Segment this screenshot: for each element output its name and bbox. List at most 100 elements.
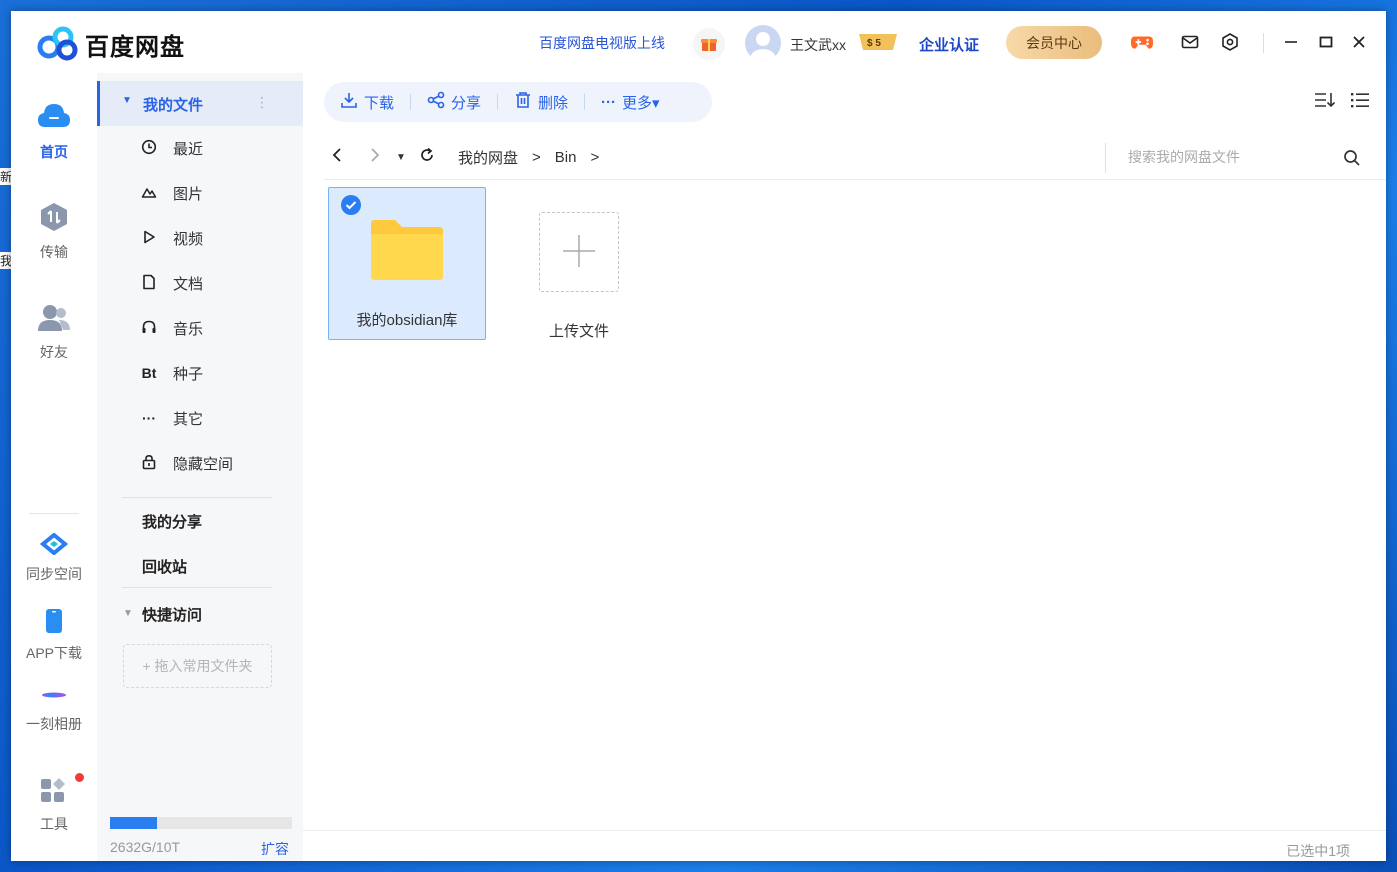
download-icon	[340, 91, 358, 113]
download-label: 下载	[364, 94, 395, 112]
nav-label: 同步空间	[26, 566, 82, 582]
sidebar-item-documents[interactable]: 文档	[141, 271, 203, 295]
username[interactable]: 王文武xx	[790, 35, 846, 55]
settings-icon[interactable]	[1218, 30, 1242, 54]
download-button[interactable]: 下载	[324, 82, 410, 122]
app-window: 百度网盘 百度网盘电视版上线 王文武xx $ 5 企业认证 会员中心 首页 传输…	[11, 11, 1386, 861]
nav-friends[interactable]: 好友	[11, 303, 97, 362]
sidebar-item-label: 其它	[173, 410, 204, 428]
delete-button[interactable]: 删除	[498, 82, 584, 122]
storage-quota-fill	[110, 817, 158, 829]
maximize-icon[interactable]	[1314, 30, 1338, 54]
nav-tools[interactable]: 工具	[11, 777, 97, 834]
sidebar-item-hidden-space[interactable]: 隐藏空间	[141, 451, 233, 475]
search-icon[interactable]	[1343, 149, 1361, 170]
sidebar-item-recent[interactable]: 最近	[141, 136, 203, 160]
vip-level-badge[interactable]: $ 5	[857, 33, 899, 51]
member-center-button[interactable]: 会员中心	[1006, 26, 1102, 59]
sort-icon[interactable]	[1314, 91, 1336, 112]
expand-storage-link[interactable]: 扩容	[261, 839, 289, 859]
quick-access-drop-zone[interactable]: + 拖入常用文件夹	[123, 644, 272, 688]
more-vertical-icon[interactable]: ⋮	[255, 94, 269, 111]
nav-label: 工具	[40, 816, 68, 832]
file-toolbar: 下载 分享 删除 ··· 更多▾	[324, 82, 712, 122]
avatar[interactable]	[745, 25, 781, 61]
nav-label: APP下载	[25, 645, 82, 661]
trash-icon	[514, 91, 532, 113]
notification-dot	[75, 773, 84, 782]
plus-icon	[561, 233, 597, 272]
upload-file-label: 上传文件	[548, 323, 609, 340]
tv-version-link[interactable]: 百度网盘电视版上线	[539, 33, 665, 53]
breadcrumb-bin[interactable]: Bin	[555, 149, 577, 166]
share-label: 分享	[451, 94, 482, 112]
lock-icon	[141, 454, 157, 473]
breadcrumb-separator: >	[532, 149, 541, 166]
titlebar: 百度网盘 百度网盘电视版上线 王文武xx $ 5 企业认证 会员中心	[11, 11, 1386, 73]
refresh-icon[interactable]	[414, 147, 440, 168]
nav-home[interactable]: 首页	[11, 99, 97, 162]
sidebar-item-torrents[interactable]: Bt 种子	[141, 361, 203, 385]
sidebar-item-label: 文档	[173, 275, 204, 293]
friends-icon	[11, 303, 97, 336]
storage-quota-text: 2632G/10T	[110, 839, 181, 855]
checkmark-icon[interactable]	[341, 195, 361, 215]
sidebar-item-videos[interactable]: 视频	[141, 226, 203, 250]
nav-label: 好友	[40, 344, 68, 360]
caret-down-icon[interactable]: ▼	[123, 608, 133, 619]
tools-grid-icon	[11, 777, 97, 808]
breadcrumb-root[interactable]: 我的网盘	[458, 147, 518, 168]
forward-arrow-icon[interactable]	[362, 148, 388, 167]
folder-icon	[369, 218, 445, 285]
close-icon[interactable]	[1347, 30, 1371, 54]
gift-icon[interactable]	[693, 28, 725, 60]
nav-transfer[interactable]: 传输	[11, 201, 97, 262]
minimize-icon[interactable]	[1279, 30, 1303, 54]
app-logo[interactable]: 百度网盘	[35, 25, 185, 64]
share-button[interactable]: 分享	[411, 82, 497, 122]
history-dropdown-icon[interactable]: ▼	[388, 152, 414, 163]
status-bar: 已选中1项	[303, 830, 1386, 861]
more-button[interactable]: ··· 更多▾	[585, 82, 676, 122]
baidu-cloud-logo-icon	[35, 25, 79, 64]
image-icon	[141, 184, 157, 203]
share-icon	[427, 91, 445, 113]
more-label: 更多▾	[622, 94, 660, 112]
desktop-edge-text: 我	[0, 252, 13, 269]
path-bar: ▼ 我的网盘 > Bin >	[324, 147, 599, 168]
clock-icon	[141, 139, 157, 158]
caret-down-icon[interactable]: ▼	[122, 95, 132, 106]
sidebar-item-label: 种子	[173, 365, 204, 383]
sidebar-item-label: 视频	[173, 230, 204, 248]
sidebar-item-others[interactable]: ··· 其它	[141, 406, 203, 430]
sidebar-item-recycle-bin[interactable]: 回收站	[142, 556, 187, 577]
search-input[interactable]	[1128, 149, 1328, 165]
nav-sync-space[interactable]: 同步空间	[11, 532, 97, 584]
svg-text:$ 5: $ 5	[867, 38, 881, 49]
upload-file-button[interactable]	[539, 212, 619, 292]
sidebar-item-images[interactable]: 图片	[141, 181, 203, 205]
sidebar-item-my-files[interactable]: ▼ 我的文件 ⋮	[97, 81, 303, 126]
album-icon	[11, 685, 97, 708]
sidebar-item-music[interactable]: 音乐	[141, 316, 203, 340]
nav-label: 一刻相册	[26, 716, 82, 732]
sidebar-item-quick-access[interactable]: 快捷访问	[142, 604, 202, 625]
nav-yike-album[interactable]: 一刻相册	[11, 685, 97, 734]
gamepad-icon[interactable]	[1130, 30, 1154, 54]
file-name: 我的obsidian库	[356, 312, 458, 329]
left-nav: 首页 传输 好友 同步空间 APP下载 一刻相册 工具	[11, 73, 97, 861]
nav-divider	[29, 513, 79, 514]
file-item-folder[interactable]: 我的obsidian库	[328, 187, 486, 340]
nav-app-download[interactable]: APP下载	[11, 608, 97, 663]
sidebar-divider	[122, 587, 272, 588]
back-arrow-icon[interactable]	[324, 148, 350, 167]
sidebar-divider	[122, 497, 272, 498]
sidebar-item-my-share[interactable]: 我的分享	[142, 511, 202, 532]
view-controls	[1314, 91, 1370, 112]
enterprise-auth-link[interactable]: 企业认证	[919, 34, 979, 55]
mail-icon[interactable]	[1178, 30, 1202, 54]
list-view-icon[interactable]	[1350, 91, 1370, 112]
headphones-icon	[141, 319, 157, 338]
breadcrumb-separator: >	[590, 149, 600, 166]
storage-quota-bar	[110, 817, 292, 829]
